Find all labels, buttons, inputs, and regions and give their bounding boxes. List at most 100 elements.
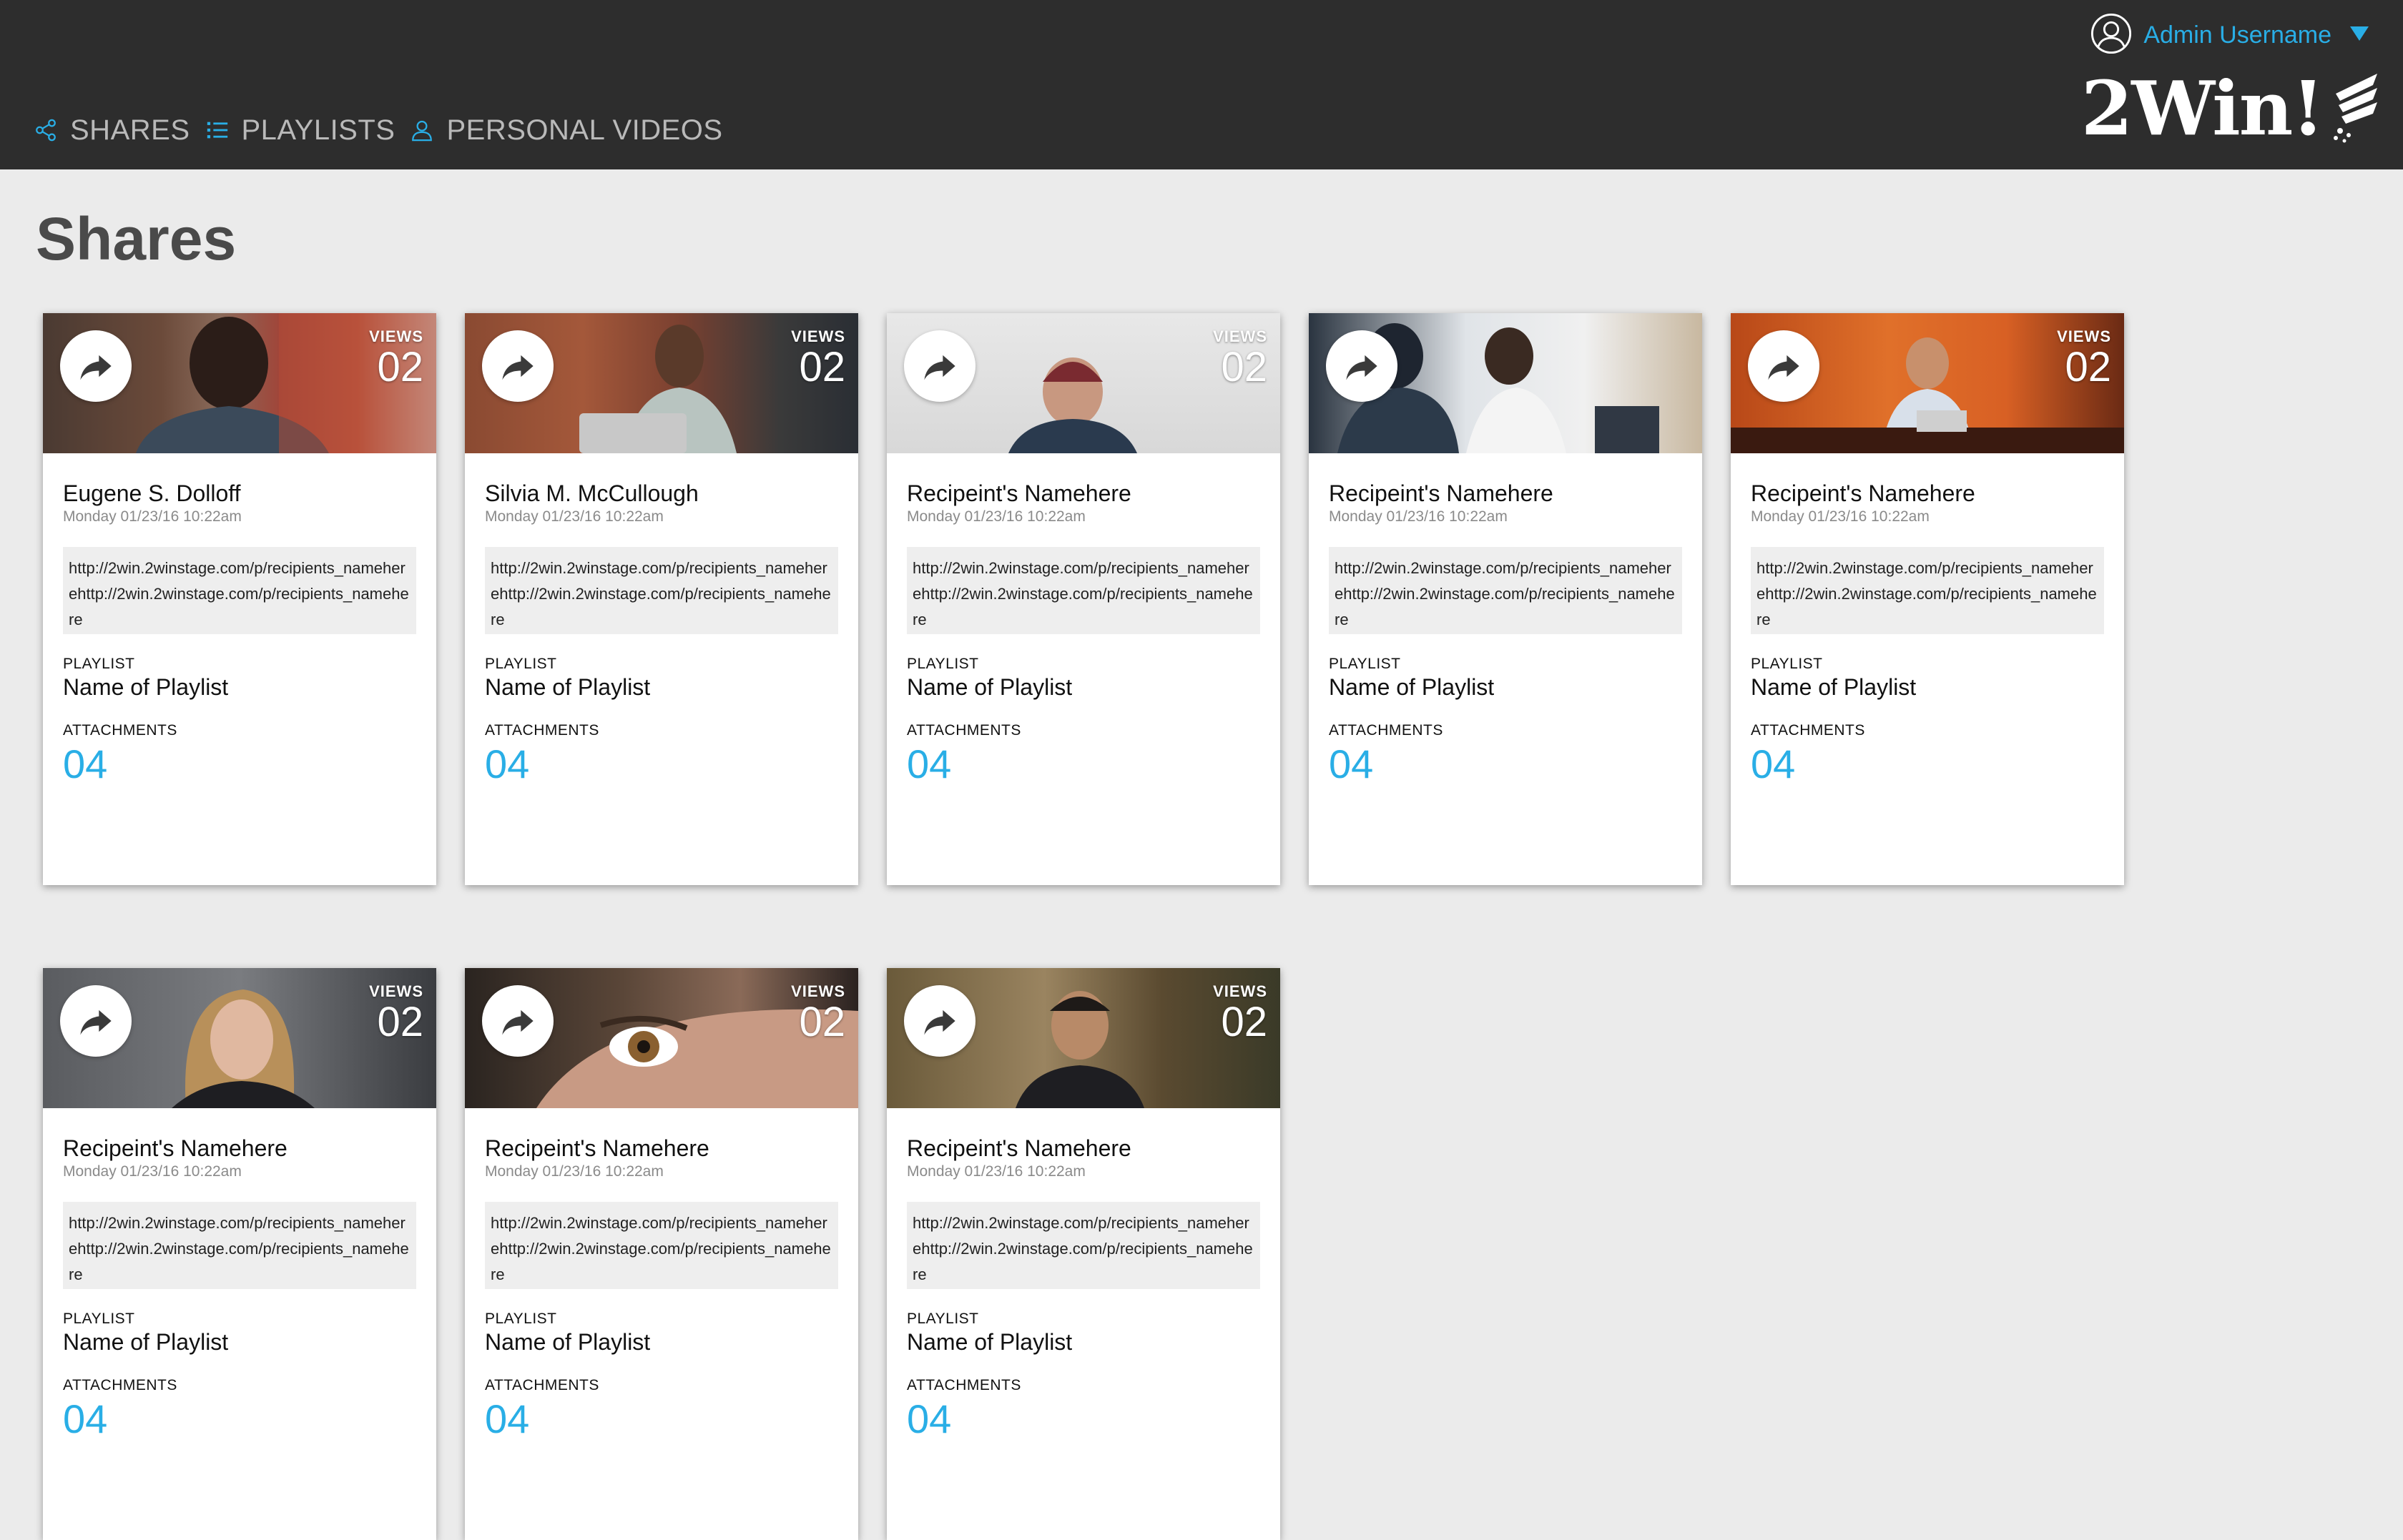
share-card[interactable]: VIEWS 02 Eugene S. Dolloff Monday 01/23/… bbox=[43, 313, 436, 885]
playlist-label: PLAYLIST bbox=[1751, 656, 1823, 672]
share-card[interactable]: VIEWS 02 Recipeint's Namehere Monday 01/… bbox=[465, 968, 858, 1540]
playlist-label: PLAYLIST bbox=[63, 1311, 135, 1327]
share-date: Monday 01/23/16 10:22am bbox=[1751, 508, 1930, 525]
attachments-label: ATTACHMENTS bbox=[63, 722, 177, 739]
share-arrow-icon bbox=[80, 355, 112, 380]
attachments-count: 04 bbox=[1329, 741, 1374, 786]
playlist-name[interactable]: Name of Playlist bbox=[1329, 674, 1682, 701]
user-name: Admin Username bbox=[2143, 21, 2331, 49]
attachments-count: 04 bbox=[907, 1396, 952, 1441]
share-link[interactable]: http://2win.2winstage.com/p/recipients_n… bbox=[485, 547, 838, 634]
share-arrow-icon bbox=[502, 1010, 534, 1035]
playlist-name[interactable]: Name of Playlist bbox=[907, 1329, 1260, 1356]
nav-item-playlists[interactable]: PLAYLISTS bbox=[203, 114, 395, 147]
playlist-label: PLAYLIST bbox=[907, 1311, 979, 1327]
playlist-name[interactable]: Name of Playlist bbox=[1751, 674, 2104, 701]
nav-label-shares: SHARES bbox=[70, 114, 190, 146]
video-thumbnail[interactable]: VIEWS 02 bbox=[887, 968, 1280, 1108]
views-badge: VIEWS 02 bbox=[369, 982, 423, 1044]
share-link[interactable]: http://2win.2winstage.com/p/recipients_n… bbox=[485, 1202, 838, 1289]
playlist-name[interactable]: Name of Playlist bbox=[63, 674, 416, 701]
nav-label-personal-videos: PERSONAL VIDEOS bbox=[446, 114, 723, 146]
video-thumbnail[interactable]: VIEWS 02 bbox=[465, 968, 858, 1108]
playlist-label: PLAYLIST bbox=[485, 656, 557, 672]
recipient-name: Silvia M. McCullough bbox=[485, 480, 699, 506]
playlist-name[interactable]: Name of Playlist bbox=[63, 1329, 416, 1356]
video-thumbnail[interactable] bbox=[1309, 313, 1702, 453]
share-link[interactable]: http://2win.2winstage.com/p/recipients_n… bbox=[907, 1202, 1260, 1289]
attachments-label: ATTACHMENTS bbox=[485, 1377, 599, 1393]
share-date: Monday 01/23/16 10:22am bbox=[485, 508, 664, 525]
share-card[interactable]: Recipeint's Namehere Monday 01/23/16 10:… bbox=[1309, 313, 1702, 885]
video-thumbnail[interactable]: VIEWS 02 bbox=[43, 968, 436, 1108]
share-arrow-icon bbox=[80, 1010, 112, 1035]
brand-logo: 2Win! bbox=[2081, 64, 2382, 152]
recipient-name: Eugene S. Dolloff bbox=[63, 480, 241, 506]
caret-down-icon[interactable] bbox=[2350, 26, 2369, 44]
playlist-label: PLAYLIST bbox=[1329, 656, 1401, 672]
views-badge: VIEWS 02 bbox=[791, 982, 845, 1044]
nav-item-shares[interactable]: SHARES bbox=[31, 114, 190, 147]
video-thumbnail[interactable]: VIEWS 02 bbox=[465, 313, 858, 453]
share-date: Monday 01/23/16 10:22am bbox=[63, 1163, 242, 1180]
views-count: 02 bbox=[799, 999, 845, 1045]
share-link[interactable]: http://2win.2winstage.com/p/recipients_n… bbox=[1751, 547, 2104, 634]
playlist-label: PLAYLIST bbox=[485, 1311, 557, 1327]
views-badge: VIEWS 02 bbox=[369, 327, 423, 389]
share-card[interactable]: VIEWS 02 Recipeint's Namehere Monday 01/… bbox=[887, 968, 1280, 1540]
views-badge: VIEWS 02 bbox=[2057, 327, 2111, 389]
logo-wing-icon bbox=[2330, 69, 2382, 147]
share-arrow-icon bbox=[502, 355, 534, 380]
share-button[interactable] bbox=[1748, 330, 1819, 402]
top-bar: SHARES PLAYLISTS PERSONAL VIDEOS Admin U… bbox=[0, 0, 2403, 169]
share-card[interactable]: VIEWS 02 Recipeint's Namehere Monday 01/… bbox=[887, 313, 1280, 885]
attachments-label: ATTACHMENTS bbox=[907, 722, 1021, 739]
views-count: 02 bbox=[377, 344, 423, 390]
share-link[interactable]: http://2win.2winstage.com/p/recipients_n… bbox=[63, 1202, 416, 1289]
share-button[interactable] bbox=[904, 330, 976, 402]
share-card[interactable]: VIEWS 02 Recipeint's Namehere Monday 01/… bbox=[43, 968, 436, 1540]
share-arrow-icon bbox=[924, 355, 955, 380]
share-button[interactable] bbox=[482, 330, 554, 402]
views-count: 02 bbox=[377, 999, 423, 1045]
views-badge: VIEWS 02 bbox=[1213, 982, 1267, 1044]
nav-item-personal-videos[interactable]: PERSONAL VIDEOS bbox=[408, 114, 722, 147]
video-thumbnail[interactable]: VIEWS 02 bbox=[1731, 313, 2124, 453]
attachments-label: ATTACHMENTS bbox=[1329, 722, 1443, 739]
user-avatar-icon bbox=[2090, 13, 2132, 58]
recipient-name: Recipeint's Namehere bbox=[485, 1135, 709, 1161]
main-nav: SHARES PLAYLISTS PERSONAL VIDEOS bbox=[31, 109, 736, 152]
logo-text: 2Win! bbox=[2080, 64, 2324, 152]
share-date: Monday 01/23/16 10:22am bbox=[63, 508, 242, 525]
share-button[interactable] bbox=[482, 985, 554, 1057]
share-link[interactable]: http://2win.2winstage.com/p/recipients_n… bbox=[63, 547, 416, 634]
recipient-name: Recipeint's Namehere bbox=[907, 1135, 1131, 1161]
playlist-name[interactable]: Name of Playlist bbox=[485, 1329, 838, 1356]
attachments-count: 04 bbox=[63, 1396, 108, 1441]
share-button[interactable] bbox=[60, 330, 132, 402]
share-link[interactable]: http://2win.2winstage.com/p/recipients_n… bbox=[1329, 547, 1682, 634]
attachments-count: 04 bbox=[1751, 741, 1796, 786]
playlist-name[interactable]: Name of Playlist bbox=[907, 674, 1260, 701]
share-button[interactable] bbox=[60, 985, 132, 1057]
share-button[interactable] bbox=[904, 985, 976, 1057]
video-thumbnail[interactable]: VIEWS 02 bbox=[43, 313, 436, 453]
views-badge: VIEWS 02 bbox=[1213, 327, 1267, 389]
playlist-name[interactable]: Name of Playlist bbox=[485, 674, 838, 701]
share-date: Monday 01/23/16 10:22am bbox=[1329, 508, 1508, 525]
views-badge: VIEWS 02 bbox=[791, 327, 845, 389]
share-card[interactable]: VIEWS 02 Silvia M. McCullough Monday 01/… bbox=[465, 313, 858, 885]
list-icon bbox=[203, 116, 232, 144]
share-card[interactable]: VIEWS 02 Recipeint's Namehere Monday 01/… bbox=[1731, 313, 2124, 885]
share-link[interactable]: http://2win.2winstage.com/p/recipients_n… bbox=[907, 547, 1260, 634]
page-title: Shares bbox=[36, 205, 237, 272]
user-menu[interactable]: Admin Username bbox=[2090, 11, 2369, 59]
share-button[interactable] bbox=[1326, 330, 1397, 402]
attachments-label: ATTACHMENTS bbox=[485, 722, 599, 739]
attachments-count: 04 bbox=[485, 741, 530, 786]
video-thumbnail[interactable]: VIEWS 02 bbox=[887, 313, 1280, 453]
attachments-label: ATTACHMENTS bbox=[1751, 722, 1865, 739]
recipient-name: Recipeint's Namehere bbox=[907, 480, 1131, 506]
attachments-count: 04 bbox=[485, 1396, 530, 1441]
person-icon bbox=[408, 116, 436, 144]
